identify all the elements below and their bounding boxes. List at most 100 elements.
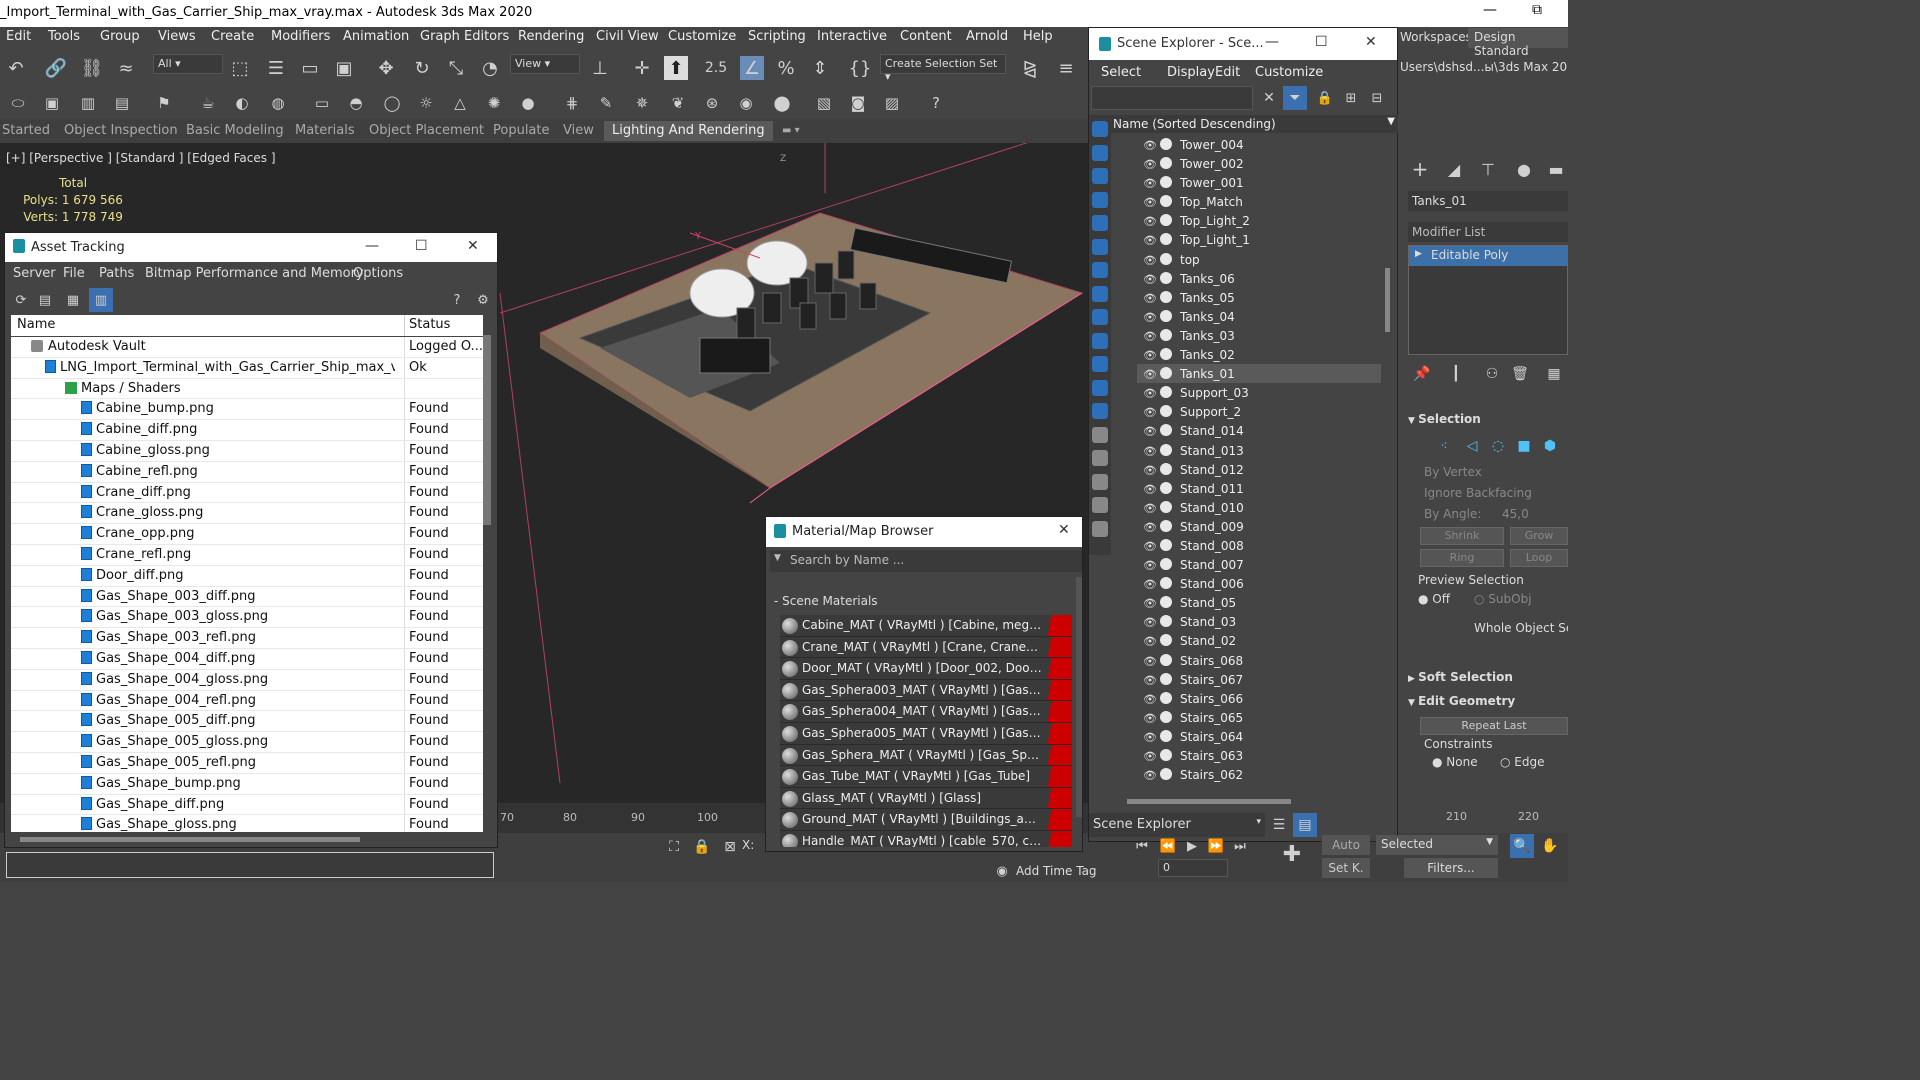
asset-row[interactable]: Gas_Shape_diff.png Found (11, 794, 483, 816)
scene-object-row[interactable]: 👁 Support_03 (1137, 383, 1381, 402)
col-name[interactable]: Name (17, 317, 55, 332)
scene-object-row[interactable]: 👁 Stairs_068 (1137, 651, 1381, 670)
menu-modifiers[interactable]: Modifiers (271, 29, 330, 44)
material-row[interactable]: Cabine_MAT ( VRayMtl ) [Cabine, megaphon… (780, 615, 1072, 637)
maximize-icon[interactable]: ☐ (1315, 34, 1328, 50)
go-to-end-icon[interactable]: ⏭ (1228, 834, 1252, 858)
asset-row[interactable]: Crane_refl.png Found (11, 544, 483, 566)
display-tab-icon[interactable]: ▬ (1544, 157, 1568, 181)
vertex-mode-icon[interactable]: ⁖ (1432, 434, 1456, 458)
asset-row[interactable]: Crane_gloss.png Found (11, 503, 483, 525)
scene-object-row[interactable]: 👁 Tower_002 (1137, 154, 1381, 173)
ribbon-tab-basic-modeling[interactable]: Basic Modeling (186, 123, 284, 138)
asset-row[interactable]: Cabine_diff.png Found (11, 420, 483, 441)
clear-search-icon[interactable]: ✕ (1257, 86, 1281, 110)
rect-selection-icon[interactable]: ▭ (298, 56, 322, 80)
scene-object-row[interactable]: 👁 Stairs_067 (1137, 670, 1381, 689)
menu-civil-view[interactable]: Civil View (596, 29, 659, 44)
asset-scrollbar[interactable] (483, 335, 491, 525)
close-icon[interactable]: ✕ (1365, 34, 1377, 50)
plane-icon[interactable]: ⬭ (6, 91, 30, 115)
display-cameras-icon[interactable] (1092, 191, 1108, 208)
display-all-icon[interactable] (1092, 403, 1108, 419)
visibility-eye-icon[interactable]: 👁 (1143, 425, 1157, 438)
asset-row[interactable]: Gas_Shape_004_diff.png Found (11, 648, 483, 670)
display-helpers-icon[interactable] (1092, 215, 1108, 231)
remove-modifier-icon[interactable]: 🗑 (1508, 362, 1532, 386)
constraint-none-radio[interactable]: ● None (1432, 755, 1478, 769)
material-row[interactable]: Gas_Sphera005_MAT ( VRayMtl ) [Gas_Spher… (780, 722, 1072, 745)
visibility-eye-icon[interactable]: 👁 (1143, 273, 1157, 286)
scale-icon[interactable]: ⤡ (444, 56, 468, 80)
constraint-edge-radio[interactable]: ○ Edge (1500, 755, 1545, 769)
render-icon[interactable]: ◍ (266, 91, 290, 115)
scene-object-row[interactable]: 👁 Stand_012 (1137, 460, 1381, 479)
scene-object-row[interactable]: 👁 Tanks_02 (1137, 345, 1381, 364)
menu-rendering[interactable]: Rendering (518, 29, 584, 44)
display-hidden-icon[interactable] (1092, 379, 1108, 396)
minimize-icon[interactable]: — (1265, 34, 1279, 50)
scene-object-row[interactable]: 👁 Stand_02 (1137, 631, 1381, 650)
element-mode-icon[interactable]: ⬢ (1538, 434, 1562, 458)
modifier-editable-poly[interactable]: Editable Poly (1409, 246, 1567, 266)
asset-row[interactable]: Gas_Shape_003_refl.png Found (11, 628, 483, 649)
asset-row[interactable]: Cabine_bump.png Found (11, 399, 483, 421)
reference-coord-dropdown[interactable]: View ▾ (510, 54, 580, 74)
selection-rollout[interactable]: ▼ Selection (1408, 412, 1481, 426)
menu-graph-editors[interactable]: Graph Editors (420, 29, 509, 44)
asset-menu-file[interactable]: File (63, 266, 85, 281)
freeze-dot-icon[interactable] (1160, 195, 1172, 208)
cone-icon[interactable]: △ (448, 91, 472, 115)
material-editor-icon[interactable]: ▣ (40, 91, 64, 115)
dome-icon[interactable]: ◓ (344, 91, 368, 115)
play-icon[interactable]: ▶ (1180, 834, 1204, 858)
configure-sets-icon[interactable]: ▦ (1542, 362, 1566, 386)
freeze-dot-icon[interactable] (1160, 500, 1172, 513)
preview-subobj-radio[interactable]: ○ SubObj (1474, 592, 1532, 606)
visibility-eye-icon[interactable]: 👁 (1143, 139, 1157, 152)
menu-views[interactable]: Views (158, 29, 196, 44)
window-crossing-icon[interactable]: ▣ (332, 56, 356, 80)
hdri-icon[interactable]: ◐ (230, 91, 254, 115)
settings-icon[interactable]: ⚙ (471, 288, 495, 312)
asset-path-input[interactable] (6, 852, 494, 878)
freeze-dot-icon[interactable] (1160, 519, 1172, 532)
ring-button[interactable]: Ring (1420, 549, 1504, 567)
asset-menu-bitmap-performance-and-memory[interactable]: Bitmap Performance and Memory (145, 266, 364, 281)
paint-icon[interactable]: ⚑ (152, 91, 176, 115)
selection-filter-dropdown[interactable]: All ▾ (153, 54, 223, 74)
auto-key-button[interactable]: Auto (1322, 835, 1370, 855)
freeze-dot-icon[interactable] (1160, 672, 1172, 685)
scene-materials-section[interactable]: - Scene Materials (774, 594, 878, 608)
scene-object-row[interactable]: 👁 top (1137, 250, 1381, 269)
material-row[interactable]: Glass_MAT ( VRayMtl ) [Glass] (780, 787, 1072, 810)
visibility-eye-icon[interactable]: 👁 (1143, 387, 1157, 400)
freeze-dot-icon[interactable] (1160, 405, 1172, 418)
unlink-icon[interactable]: ⛓ (80, 56, 104, 80)
shrink-button[interactable]: Shrink (1420, 527, 1504, 545)
menu-create[interactable]: Create (211, 29, 254, 44)
ribbon-tab-object-placement[interactable]: Object Placement (369, 123, 484, 138)
visibility-eye-icon[interactable]: 👁 (1143, 406, 1157, 419)
freeze-dot-icon[interactable] (1160, 271, 1172, 284)
freeze-dot-icon[interactable] (1160, 252, 1172, 265)
restore-icon[interactable]: ⧉ (1532, 2, 1542, 18)
menu-customize[interactable]: Customize (668, 29, 736, 44)
sun-icon[interactable]: ✺ (482, 91, 506, 115)
time-tag-icon[interactable]: ◉ (990, 859, 1014, 882)
freeze-dot-icon[interactable] (1160, 424, 1172, 437)
light-icon[interactable]: ☼ (414, 91, 438, 115)
lock-icon[interactable]: 🔒 (690, 835, 714, 859)
ribbon-tab-object-inspection[interactable]: Object Inspection (64, 123, 178, 138)
freeze-dot-icon[interactable] (1160, 176, 1172, 189)
key-filter-dropdown[interactable]: Selected ▼ (1376, 835, 1498, 855)
visibility-eye-icon[interactable]: 👁 (1143, 750, 1157, 763)
set-key-button[interactable]: Set K. (1322, 858, 1370, 878)
hierarchy-icon[interactable]: ⊞ (1339, 86, 1363, 110)
visibility-eye-icon[interactable]: 👁 (1143, 578, 1157, 591)
asset-row[interactable]: Gas_Shape_005_diff.png Found (11, 711, 483, 733)
visibility-eye-icon[interactable]: 👁 (1143, 445, 1157, 458)
repeat-last-button[interactable]: Repeat Last (1420, 717, 1568, 735)
freeze-dot-icon[interactable] (1160, 538, 1172, 551)
scene-object-row[interactable]: 👁 Tower_001 (1137, 173, 1381, 192)
